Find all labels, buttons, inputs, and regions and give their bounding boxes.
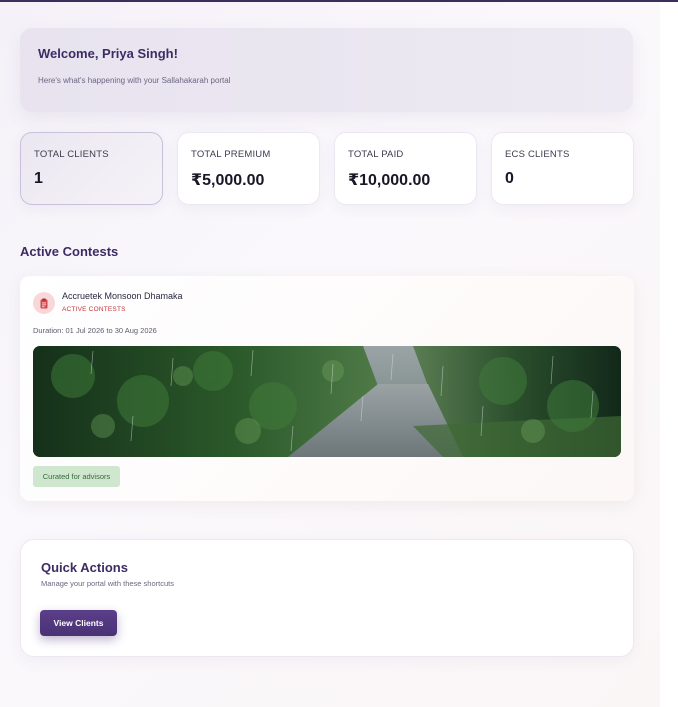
- stat-label: TOTAL PREMIUM: [191, 149, 271, 160]
- active-contests-heading: Active Contests: [20, 244, 119, 259]
- quick-actions-card: Quick Actions Manage your portal with th…: [20, 539, 634, 657]
- stat-card-total-paid[interactable]: TOTAL PAID ₹10,000.00: [334, 132, 477, 205]
- stats-row: TOTAL CLIENTS 1 TOTAL PREMIUM ₹5,000.00 …: [20, 132, 634, 205]
- stat-label: ECS CLIENTS: [505, 149, 570, 160]
- contest-status-tag: ACTIVE CONTESTS: [62, 306, 126, 313]
- quick-actions-title: Quick Actions: [41, 560, 128, 575]
- stat-value: 1: [34, 170, 43, 187]
- welcome-banner: Welcome, Priya Singh! Here's what's happ…: [20, 28, 633, 112]
- curated-badge: Curated for advisors: [33, 466, 120, 487]
- contest-card[interactable]: Accruetek Monsoon Dhamaka ACTIVE CONTEST…: [20, 276, 634, 501]
- stat-card-ecs-clients[interactable]: ECS CLIENTS 0: [491, 132, 634, 205]
- stat-value: 0: [505, 170, 514, 187]
- stat-card-total-premium[interactable]: TOTAL PREMIUM ₹5,000.00: [177, 132, 320, 205]
- stat-card-total-clients[interactable]: TOTAL CLIENTS 1: [20, 132, 163, 205]
- welcome-subtitle: Here's what's happening with your Sallah…: [38, 76, 231, 85]
- contest-name: Accruetek Monsoon Dhamaka: [62, 291, 183, 301]
- view-clients-button[interactable]: View Clients: [40, 610, 117, 636]
- quick-actions-subtitle: Manage your portal with these shortcuts: [41, 579, 174, 588]
- top-border: [0, 0, 678, 2]
- stat-value: ₹5,000.00: [191, 172, 265, 189]
- stat-value: ₹10,000.00: [348, 172, 431, 189]
- contest-banner-image: [33, 346, 621, 457]
- scroll-gutter: [660, 2, 678, 707]
- stat-label: TOTAL CLIENTS: [34, 149, 109, 160]
- welcome-title: Welcome, Priya Singh!: [38, 46, 178, 61]
- stat-label: TOTAL PAID: [348, 149, 404, 160]
- contest-duration: Duration: 01 Jul 2026 to 30 Aug 2026: [33, 326, 157, 335]
- clipboard-icon: [33, 292, 55, 314]
